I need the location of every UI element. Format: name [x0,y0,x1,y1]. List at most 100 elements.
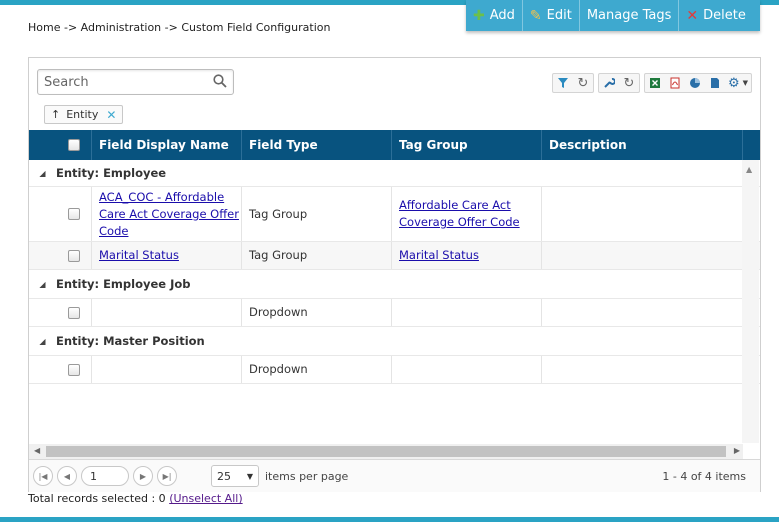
filter-icon[interactable] [553,74,573,92]
header-filler [743,130,760,160]
collapse-triangle-icon[interactable]: ◢ [29,337,56,346]
row-checkbox[interactable] [67,249,80,262]
search-icon[interactable] [213,74,227,88]
collapse-triangle-icon[interactable]: ◢ [29,280,56,289]
collapse-triangle-icon[interactable]: ◢ [29,169,56,178]
table-row: Marital Status Tag Group Marital Status [29,242,760,270]
grid-tools: ↻ ↻ ⚙ ▼ [552,73,752,93]
prev-page-button[interactable]: ◀ [57,466,77,486]
filter-tools: ↻ [552,73,594,93]
row-select-cell [56,356,92,383]
row-indent [29,356,56,383]
manage-tags-label: Manage Tags [586,8,672,23]
search-box [37,69,234,95]
group-label: Entity: Master Position [56,334,205,348]
sort-up-icon: ↑ [51,108,61,121]
header-field-type[interactable]: Field Type [242,130,392,160]
scroll-up-icon[interactable]: ▲ [746,165,752,174]
first-page-button[interactable]: |◀ [33,466,53,486]
tag-group-link[interactable]: Affordable Care Act Coverage Offer Code [399,197,541,231]
cell-field-type: Tag Group [242,242,392,269]
scroll-left-icon[interactable]: ◀ [34,446,40,455]
pager-range: 1 - 4 of 4 items [662,469,746,483]
field-name-link[interactable]: ACA_COC - Affordable Care Act Coverage O… [99,189,241,240]
page-size-value: 25 [217,469,231,483]
cell-description [542,242,743,269]
remove-chip-icon[interactable]: ✕ [106,108,116,122]
horizontal-scrollbar[interactable]: ◀ ▶ [29,444,743,459]
page-number-input[interactable]: 1 [81,466,129,486]
scroll-right-icon[interactable]: ▶ [734,446,740,455]
pdf-icon[interactable] [665,74,685,92]
plus-icon: ✚ [473,7,485,24]
refresh-icon[interactable]: ↻ [619,74,639,92]
next-page-button[interactable]: ▶ [133,466,153,486]
settings-tools: ↻ [598,73,640,93]
wrench-icon[interactable] [599,74,619,92]
breadcrumb: Home -> Administration -> Custom Field C… [28,21,331,34]
cell-tag-group [392,356,542,383]
row-select-cell [56,242,92,269]
group-header-row[interactable]: ◢ Entity: Employee Job [29,270,760,299]
search-input[interactable] [38,71,208,93]
document-icon[interactable] [705,74,725,92]
header-description[interactable]: Description [542,130,743,160]
tag-group-link[interactable]: Marital Status [399,247,479,264]
manage-tags-button[interactable]: Manage Tags [580,0,680,31]
cell-field-display-name: Marital Status [92,242,242,269]
unselect-all-link[interactable]: (Unselect All) [169,492,242,505]
delete-button[interactable]: ✕ Delete [679,0,752,31]
cell-tag-group: Affordable Care Act Coverage Offer Code [392,187,542,241]
header-tag-group[interactable]: Tag Group [392,130,542,160]
cell-field-type: Dropdown [242,299,392,326]
row-checkbox[interactable] [67,208,80,220]
group-by-chip[interactable]: ↑ Entity ✕ [44,105,124,124]
row-checkbox[interactable] [67,306,80,319]
header-indent [29,130,56,160]
page-size-select[interactable]: 25 ▼ [211,465,259,487]
chevron-down-icon: ▼ [246,471,253,481]
cell-field-display-name [92,356,242,383]
cell-field-type: Dropdown [242,356,392,383]
row-checkbox[interactable] [67,363,80,376]
row-select-cell [56,299,92,326]
add-button[interactable]: ✚ Add [466,0,523,31]
table-row: Dropdown [29,356,760,384]
last-page-button[interactable]: ▶| [157,466,177,486]
row-indent [29,299,56,326]
refresh-icon[interactable]: ↻ [573,74,593,92]
group-by-chip-label: Entity [66,108,99,121]
total-selected-text: Total records selected : 0 [28,492,166,505]
grid-body: ◢ Entity: Employee ACA_COC - Affordable … [29,160,760,443]
bottom-accent-bar [0,517,779,522]
table-row: ACA_COC - Affordable Care Act Coverage O… [29,187,760,242]
grid-header: Field Display Name Field Type Tag Group … [29,130,760,160]
edit-button[interactable]: ✎ Edit [523,0,580,31]
header-field-display-name[interactable]: Field Display Name [92,130,242,160]
group-header-row[interactable]: ◢ Entity: Employee [29,160,760,187]
cell-description [542,299,743,326]
gear-icon[interactable]: ⚙ ▼ [725,74,751,92]
delete-button-label: Delete [703,8,746,23]
excel-icon[interactable] [645,74,665,92]
chart-icon[interactable] [685,74,705,92]
row-select-cell [56,187,92,241]
vertical-scrollbar[interactable]: ▲ [742,160,759,443]
grid-panel: ↻ ↻ ⚙▼ ↑ Entity ✕ [28,57,761,492]
horizontal-scroll-thumb[interactable] [46,446,726,457]
cell-description [542,356,743,383]
items-per-page-label: items per page [265,469,349,483]
total-selected: Total records selected : 0 (Unselect All… [28,492,243,505]
group-label: Entity: Employee [56,166,167,180]
field-name-link[interactable]: Marital Status [99,247,179,264]
cell-tag-group: Marital Status [392,242,542,269]
table-row: Dropdown [29,299,760,327]
group-header-row[interactable]: ◢ Entity: Master Position [29,327,760,356]
row-indent [29,187,56,241]
pencil-icon: ✎ [529,7,542,24]
edit-button-label: Edit [546,8,572,23]
select-all-checkbox[interactable] [67,139,80,151]
cell-tag-group [392,299,542,326]
cell-field-display-name [92,299,242,326]
x-icon: ✕ [686,7,699,24]
